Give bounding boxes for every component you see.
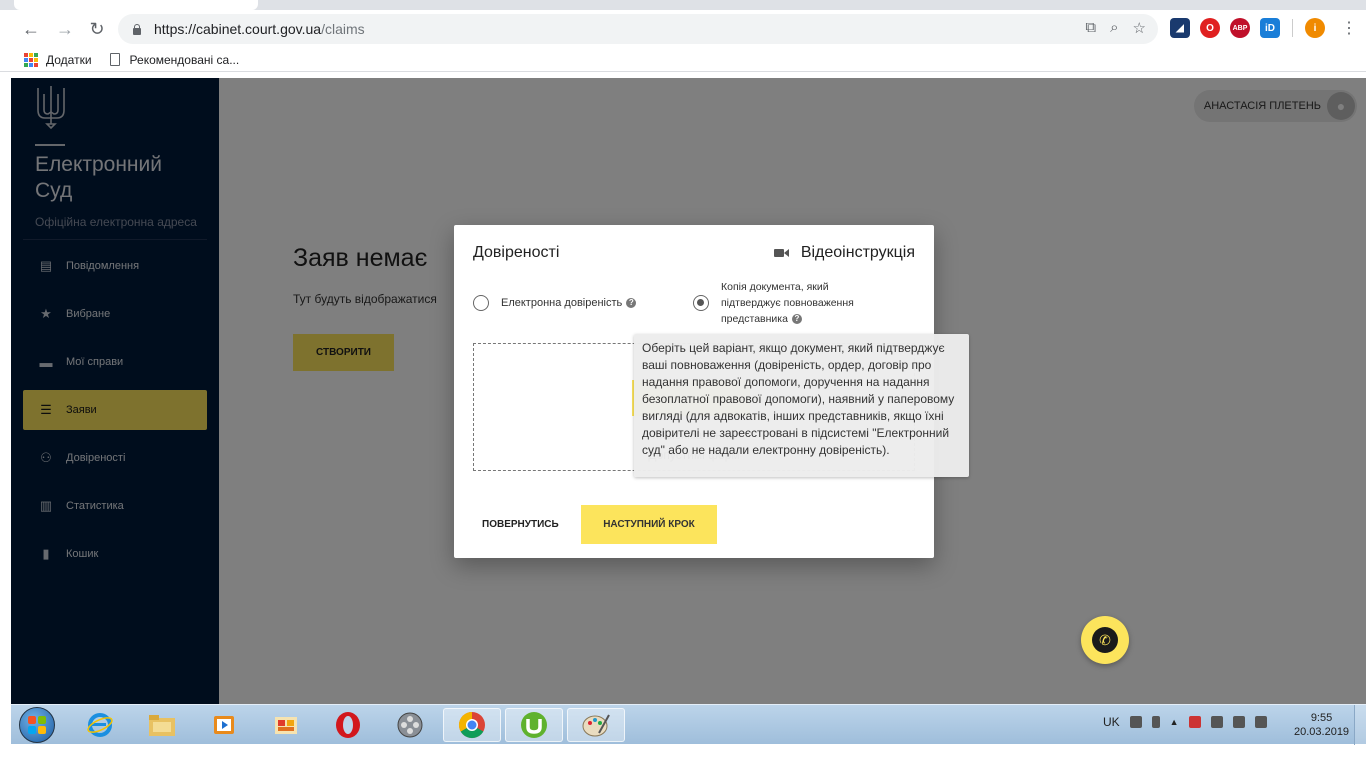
signal-icon[interactable] (1232, 716, 1245, 728)
pinned-extension-icon[interactable]: ◢ (1170, 18, 1190, 38)
call-support-button[interactable]: ✆ (1081, 616, 1129, 664)
folder-glyph (149, 715, 175, 736)
windows-logo-icon (28, 716, 46, 734)
system-clock[interactable]: 9:55 20.03.2019 (1294, 711, 1349, 739)
lock-icon (132, 23, 142, 35)
option-paper-copy[interactable]: Копія документа, який підтверджує повнов… (693, 279, 891, 327)
language-indicator[interactable]: UK (1103, 715, 1120, 729)
tab-strip (0, 0, 1366, 10)
reload-button[interactable]: ↻ (84, 16, 110, 42)
ie-glyph (87, 713, 113, 737)
forward-arrow-icon: → (56, 18, 74, 39)
profile-avatar-icon[interactable]: i (1305, 18, 1325, 38)
video-instruction-link[interactable]: Відеоінструкція (773, 244, 915, 262)
opera-icon[interactable] (321, 708, 375, 742)
reel-glyph (397, 712, 423, 738)
power-icon[interactable] (1210, 716, 1223, 728)
radio-electronic[interactable] (473, 295, 489, 311)
video-instruction-label: Відеоінструкція (800, 244, 915, 261)
utorrent-glyph (521, 712, 547, 738)
adblock-icon[interactable]: ABP (1230, 18, 1250, 38)
page-icon (109, 53, 120, 66)
bookmark-apps[interactable]: Додатки (24, 52, 92, 67)
browser-menu-icon[interactable]: ⋮ (1341, 18, 1357, 38)
clock-time: 9:55 (1310, 712, 1333, 724)
browser-toolbar: ← → ↻ https://cabinet.court.gov.ua/claim… (0, 10, 1366, 48)
system-tray: UK ▲ (1103, 715, 1267, 729)
url-host: https://cabinet.court.gov.ua (154, 21, 322, 37)
media-glyph (214, 716, 234, 734)
help-icon[interactable]: ? (626, 298, 637, 308)
back-arrow-icon: ← (22, 18, 40, 39)
paint-glyph (275, 717, 297, 734)
bookmarks-bar: Додатки Рекомендовані са... (0, 48, 1366, 72)
back-button[interactable]: ← (18, 16, 44, 42)
back-button[interactable]: ПОВЕРНУТИСЬ (473, 505, 583, 543)
help-tooltip: Оберіть цей варіант, якщо документ, який… (634, 334, 969, 477)
option-copy-label: Копія документа, який підтверджує повнов… (721, 281, 854, 325)
paint-app-icon[interactable] (259, 708, 313, 742)
active-tab[interactable] (14, 0, 258, 10)
address-bar[interactable]: https://cabinet.court.gov.ua/claims (118, 14, 1158, 44)
media-player-icon[interactable] (197, 708, 251, 742)
network-adapter-icon[interactable] (1151, 716, 1160, 728)
video-camera-icon (773, 248, 789, 258)
url-path: /claims (321, 21, 365, 37)
bookmark-apps-label: Додатки (46, 52, 92, 67)
zoom-icon[interactable]: ⌕ (1110, 19, 1118, 37)
help-icon[interactable]: ? (791, 314, 802, 325)
clock-date: 20.03.2019 (1294, 726, 1350, 738)
action-center-flag-icon[interactable] (1188, 716, 1201, 728)
paint-palette-icon[interactable] (567, 708, 625, 742)
bookmark-recommended[interactable]: Рекомендовані са... (109, 52, 240, 67)
file-explorer-icon[interactable] (135, 708, 189, 742)
volume-icon[interactable] (1254, 716, 1267, 728)
palette-glyph (582, 714, 610, 737)
toolbar-divider (1292, 19, 1293, 37)
show-hidden-icons-icon[interactable]: ▲ (1170, 717, 1179, 727)
radio-paper-copy[interactable] (693, 295, 709, 311)
bookmark-recommended-label: Рекомендовані са... (129, 52, 240, 67)
ie-icon[interactable] (73, 708, 127, 742)
opera-extension-icon[interactable]: O (1200, 18, 1220, 38)
apps-grid-icon (24, 52, 38, 67)
web-app: Електронний Суд Офіційна електронна адре… (11, 78, 1366, 704)
next-step-button[interactable]: НАСТУПНИЙ КРОК (581, 505, 717, 544)
id-extension-icon[interactable]: iD (1260, 18, 1280, 38)
keyboard-icon[interactable] (1129, 716, 1142, 728)
opera-glyph (336, 712, 360, 738)
dialog-title: Довіреності (473, 244, 560, 261)
bookmark-star-icon[interactable]: ☆ (1133, 19, 1146, 37)
chrome-icon[interactable] (443, 708, 501, 742)
option-electronic-label: Електронна довіреність (501, 297, 623, 309)
option-electronic[interactable]: Електронна довіреність ? (473, 295, 637, 311)
taskbar: UK ▲ 9:55 20.03.2019 (11, 704, 1366, 745)
omnibox-actions: ⧉ ⌕ ☆ (1085, 19, 1146, 37)
translate-icon[interactable]: ⧉ (1085, 19, 1096, 37)
extension-icons: ◢ O ABP iD i ⋮ (1170, 18, 1357, 38)
utorrent-icon[interactable] (505, 708, 563, 742)
forward-button[interactable]: → (52, 16, 78, 42)
reload-icon: ↻ (89, 18, 105, 39)
phone-icon: ✆ (1092, 627, 1118, 653)
start-button[interactable] (19, 707, 55, 743)
show-desktop-button[interactable] (1354, 705, 1366, 745)
film-reel-icon[interactable] (383, 708, 437, 742)
chrome-glyph (458, 711, 485, 739)
option-copy-text: Копія документа, який підтверджує повнов… (721, 279, 891, 327)
